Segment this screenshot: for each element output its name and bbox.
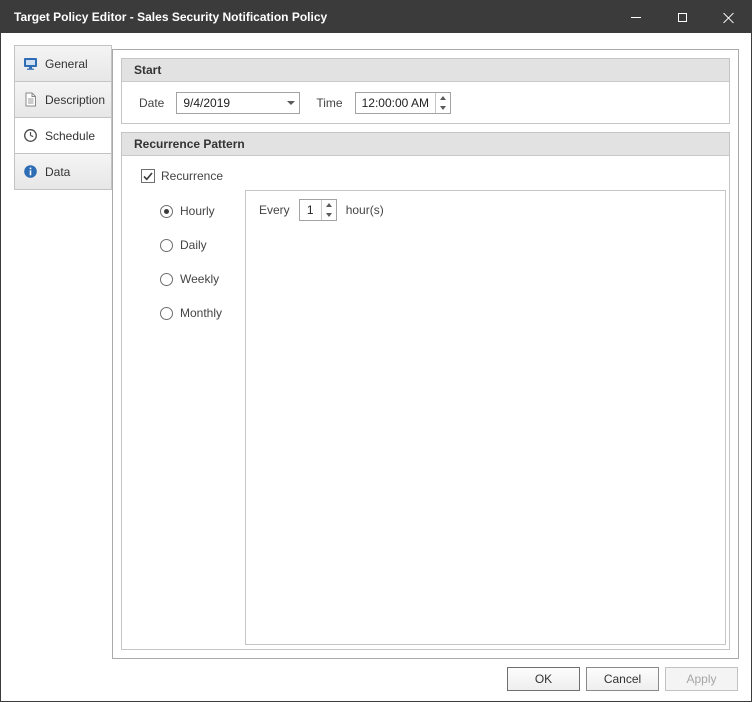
hourly-interval-row: Every 1 hour(s) bbox=[246, 191, 725, 221]
minimize-button[interactable] bbox=[613, 1, 659, 33]
radio-monthly[interactable]: Monthly bbox=[160, 306, 222, 320]
apply-button[interactable]: Apply bbox=[665, 667, 738, 691]
interval-value: 1 bbox=[306, 203, 314, 217]
interval-spin-down-button[interactable] bbox=[322, 210, 336, 220]
content-panel: Start Date 9/4/2019 Time 12:00:00 AM Rec… bbox=[112, 49, 739, 659]
minimize-icon bbox=[631, 16, 641, 18]
time-label: Time bbox=[316, 95, 343, 110]
start-group-header: Start bbox=[122, 59, 729, 82]
interval-spin-up-button[interactable] bbox=[322, 200, 336, 210]
radio-hourly[interactable]: Hourly bbox=[160, 204, 215, 218]
date-combobox[interactable]: 9/4/2019 bbox=[176, 91, 301, 114]
hourly-options-panel: Every 1 hour(s) bbox=[245, 190, 726, 645]
interval-spin-buttons bbox=[320, 200, 336, 220]
radio-daily-label: Daily bbox=[180, 238, 207, 252]
window-title: Target Policy Editor - Sales Security No… bbox=[14, 10, 328, 24]
monitor-icon bbox=[24, 58, 37, 70]
time-value: 12:00:00 AM bbox=[361, 95, 429, 110]
maximize-button[interactable] bbox=[659, 1, 705, 33]
document-icon bbox=[25, 92, 36, 107]
chevron-up-icon bbox=[439, 95, 446, 100]
tab-schedule-label: Schedule bbox=[45, 128, 96, 143]
interval-spinner[interactable]: 1 bbox=[298, 199, 337, 221]
chevron-up-icon bbox=[325, 203, 332, 207]
date-label: Date bbox=[139, 95, 165, 110]
check-icon bbox=[143, 171, 153, 180]
radio-circle bbox=[160, 238, 173, 252]
radio-weekly[interactable]: Weekly bbox=[160, 272, 219, 286]
dialog-window: Target Policy Editor - Sales Security No… bbox=[0, 0, 752, 702]
start-fields-row: Date 9/4/2019 Time 12:00:00 AM bbox=[122, 82, 729, 123]
close-icon bbox=[723, 12, 734, 23]
hours-unit-label: hour(s) bbox=[345, 203, 384, 217]
chevron-down-icon bbox=[286, 100, 295, 105]
close-button[interactable] bbox=[705, 1, 751, 33]
tab-general-label: General bbox=[45, 56, 88, 71]
every-label: Every bbox=[259, 203, 290, 217]
tab-description[interactable]: Description bbox=[14, 81, 112, 118]
tab-data-label: Data bbox=[45, 164, 71, 179]
date-dropdown-button[interactable] bbox=[282, 93, 299, 113]
sidebar-tabs: General Description Schedule Data bbox=[14, 45, 112, 190]
recurrence-content: Recurrence Hourly Daily Weekly Monthly E… bbox=[122, 156, 729, 649]
info-icon bbox=[24, 165, 37, 178]
radio-daily[interactable]: Daily bbox=[160, 238, 207, 252]
radio-circle bbox=[160, 306, 173, 320]
radio-monthly-label: Monthly bbox=[180, 306, 223, 320]
maximize-icon bbox=[677, 12, 687, 22]
tab-general[interactable]: General bbox=[14, 45, 112, 82]
radio-dot bbox=[164, 208, 169, 214]
chevron-down-icon bbox=[325, 213, 332, 217]
radio-weekly-label: Weekly bbox=[180, 272, 220, 286]
recurrence-checkbox-label: Recurrence bbox=[161, 169, 224, 183]
recurrence-checkbox[interactable]: Recurrence bbox=[141, 169, 223, 183]
time-spinner[interactable]: 12:00:00 AM bbox=[354, 91, 451, 114]
radio-circle bbox=[160, 204, 173, 218]
recurrence-group: Recurrence Pattern Recurrence Hourly Dai… bbox=[121, 132, 730, 650]
dialog-body: General Description Schedule Data Start … bbox=[1, 33, 751, 701]
titlebar: Target Policy Editor - Sales Security No… bbox=[1, 1, 751, 33]
time-spin-down-button[interactable] bbox=[436, 103, 450, 113]
cancel-button[interactable]: Cancel bbox=[586, 667, 659, 691]
checkbox-box bbox=[141, 169, 155, 183]
time-spin-up-button[interactable] bbox=[436, 93, 450, 103]
ok-button[interactable]: OK bbox=[507, 667, 580, 691]
date-value: 9/4/2019 bbox=[183, 95, 231, 110]
tab-schedule[interactable]: Schedule bbox=[14, 117, 112, 154]
chevron-down-icon bbox=[439, 105, 446, 110]
tab-description-label: Description bbox=[45, 92, 106, 107]
time-spin-buttons bbox=[434, 92, 450, 113]
schedule-page: Start Date 9/4/2019 Time 12:00:00 AM Rec… bbox=[113, 50, 738, 658]
clock-icon bbox=[24, 129, 37, 142]
window-controls bbox=[613, 1, 751, 33]
radio-circle bbox=[160, 272, 173, 286]
start-group: Start Date 9/4/2019 Time 12:00:00 AM bbox=[121, 58, 730, 124]
radio-hourly-label: Hourly bbox=[180, 204, 215, 218]
recurrence-group-header: Recurrence Pattern bbox=[122, 133, 729, 156]
tab-data[interactable]: Data bbox=[14, 153, 112, 190]
